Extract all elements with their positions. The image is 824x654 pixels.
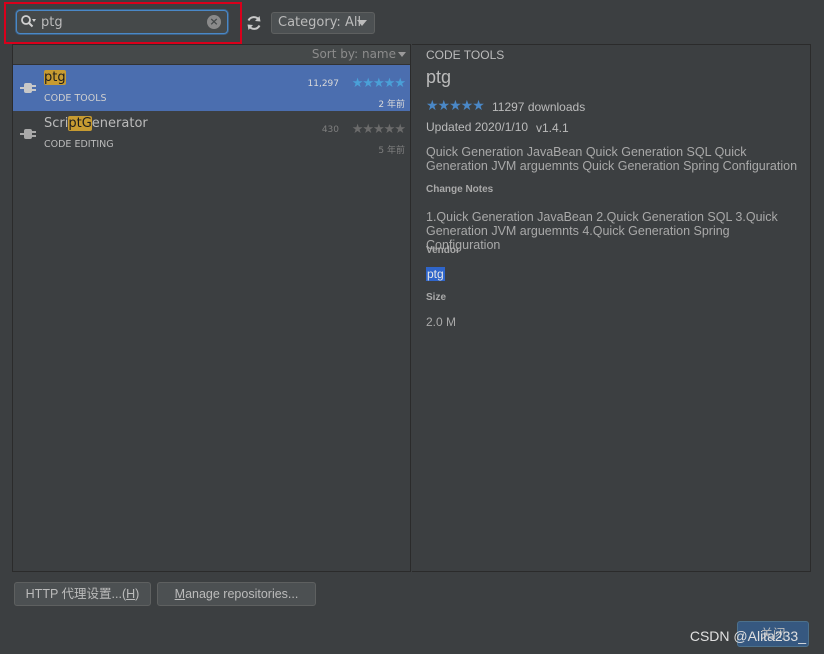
vendor-header: Vendor [426,245,460,256]
search-highlight-frame [4,2,242,44]
detail-rating-stars: ★★★★★ [426,97,485,113]
watermark: CSDN @Alita233_ [689,628,806,644]
manage-repositories-button[interactable]: Manage repositories... [157,582,316,606]
detail-title: ptg [426,67,452,87]
plugin-row-scriptgenerator[interactable]: ScriptGenerator CODE EDITING 430 ★★★★★ 5… [13,111,410,157]
change-notes: 1.Quick Generation JavaBean 2.Quick Gene… [426,210,778,252]
plugin-name: ScriptGenerator [44,116,148,131]
rating-stars: ★★★★★ [351,76,406,91]
http-proxy-settings-button[interactable]: HTTP 代理设置...(H) [14,582,151,606]
detail-version: v1.4.1 [536,121,569,135]
detail-downloads: 11297 downloads [492,100,586,114]
plugin-downloads: 430 [321,125,339,135]
plugin-age: 2 年前 [378,100,405,110]
size-value: 2.0 M [426,315,457,329]
plugin-icon [20,129,36,139]
category-dropdown[interactable]: Category: All [271,12,375,34]
category-label: Category: All [278,15,362,30]
plugin-category: CODE TOOLS [44,93,107,104]
change-notes-header: Change Notes [426,184,494,195]
plugin-list[interactable]: Sort by: name ptg CODE TOOLS 11,297 ★★★★… [12,44,411,572]
plugin-detail-panel: CODE TOOLS ptg ★★★★★ 11297 downloads Upd… [412,44,811,572]
detail-description: Quick Generation JavaBean Quick Generati… [426,145,798,173]
plugin-age: 5 年前 [378,146,405,156]
sort-label[interactable]: Sort by: name [312,47,396,61]
refresh-icon[interactable] [245,14,263,32]
plugin-icon [20,83,36,93]
size-header: Size [426,292,447,303]
detail-updated: Updated 2020/1/10 [426,120,529,134]
vendor-link[interactable]: ptg [426,267,445,281]
chevron-down-icon [357,20,367,26]
plugin-downloads: 11,297 [307,79,340,89]
rating-stars: ★★★★★ [351,122,406,137]
detail-category: CODE TOOLS [426,48,505,62]
plugin-row-ptg[interactable]: ptg CODE TOOLS 11,297 ★★★★★ 2 年前 [13,65,410,111]
sort-bar[interactable]: Sort by: name [13,45,410,65]
sort-chevron-icon[interactable] [398,52,406,57]
plugin-name: ptg [44,70,66,85]
plugin-category: CODE EDITING [44,139,114,150]
